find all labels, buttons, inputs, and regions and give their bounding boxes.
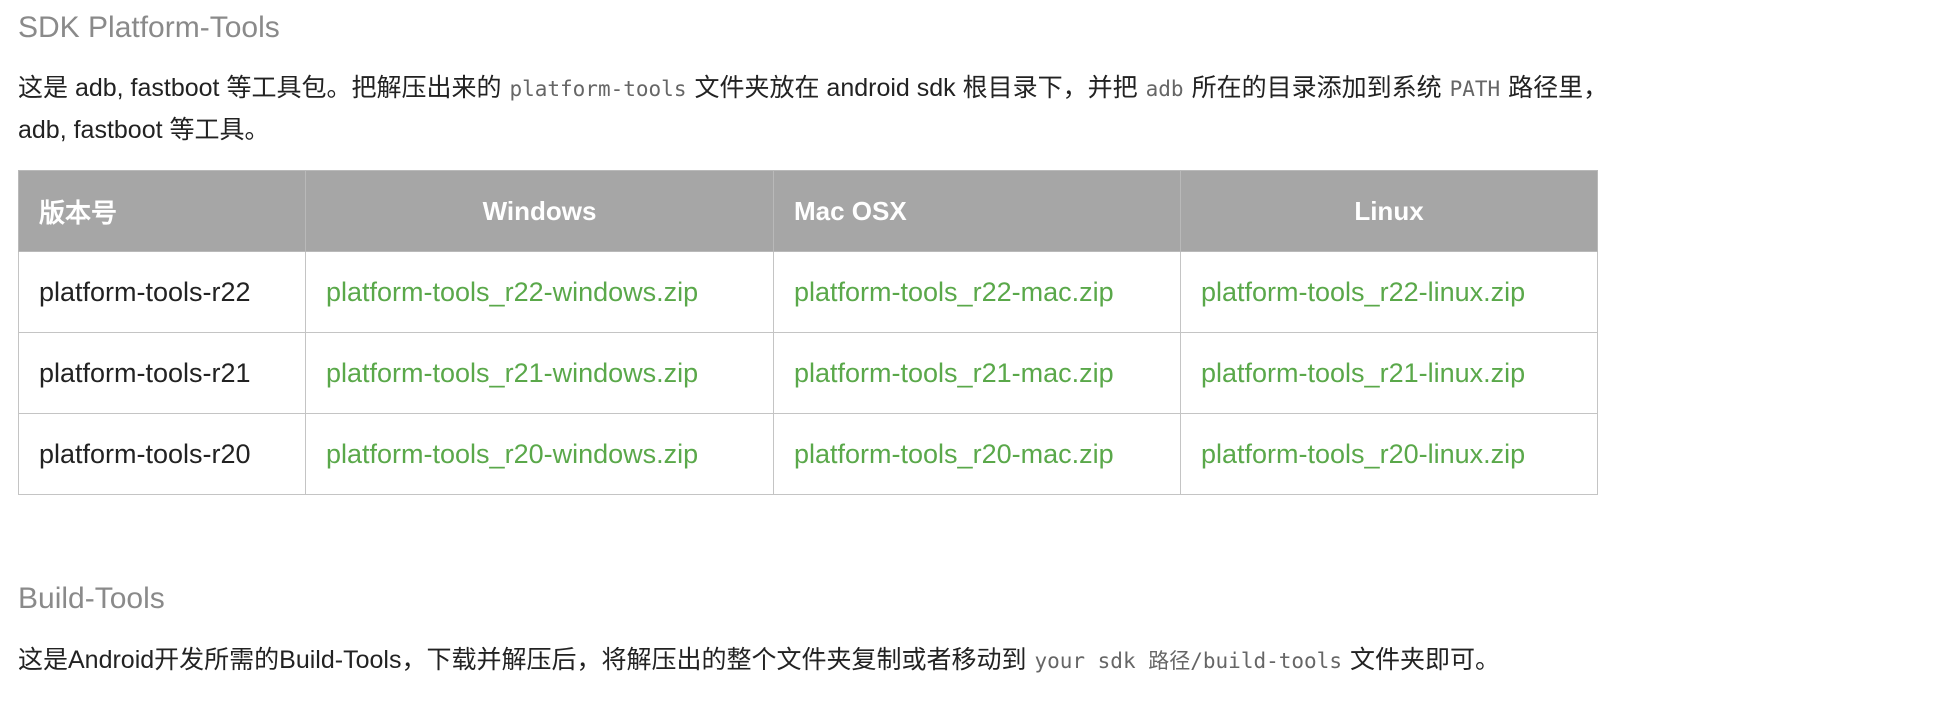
mac-download-link[interactable]: platform-tools_r21-mac.zip — [794, 358, 1114, 388]
version-cell: platform-tools-r21 — [18, 332, 306, 414]
mac-download-link[interactable]: platform-tools_r22-mac.zip — [794, 277, 1114, 307]
version-cell: platform-tools-r20 — [18, 413, 306, 495]
table-row: platform-tools-r20 platform-tools_r20-wi… — [18, 413, 1598, 495]
build-tools-heading: Build-Tools — [18, 582, 165, 615]
desc-text: 这是 adb, fastboot 等工具包。把解压出来的 — [18, 74, 502, 102]
linux-download-link[interactable]: platform-tools_r22-linux.zip — [1201, 277, 1525, 307]
sdk-platform-tools-description: 这是 adb, fastboot 等工具包。把解压出来的 platform-too… — [18, 68, 1608, 151]
windows-download-link[interactable]: platform-tools_r21-windows.zip — [326, 358, 698, 388]
version-cell: platform-tools-r22 — [18, 251, 306, 333]
header-linux: Linux — [1180, 170, 1598, 252]
windows-download-link[interactable]: platform-tools_r20-windows.zip — [326, 439, 698, 469]
platform-tools-download-table: 版本号 Windows Mac OSX Linux platform-tools… — [18, 170, 1598, 495]
desc-line-2: adb, fastboot 等工具。 — [18, 116, 270, 144]
desc-text: 所在的目录添加到系统 — [1191, 74, 1442, 102]
header-version: 版本号 — [18, 170, 306, 252]
sdk-platform-tools-heading: SDK Platform-Tools — [18, 11, 280, 44]
desc-text: 这是Android开发所需的Build-Tools，下载并解压后，将解压出的整个… — [18, 646, 1027, 674]
header-mac: Mac OSX — [773, 170, 1181, 252]
windows-download-link[interactable]: platform-tools_r22-windows.zip — [326, 277, 698, 307]
table-header-row: 版本号 Windows Mac OSX Linux — [18, 170, 1598, 252]
code-platform-tools: platform-tools — [509, 77, 687, 101]
linux-download-link[interactable]: platform-tools_r21-linux.zip — [1201, 358, 1525, 388]
table-row: platform-tools-r22 platform-tools_r22-wi… — [18, 251, 1598, 333]
desc-text: 文件夹放在 android sdk 根目录下，并把 — [694, 74, 1138, 102]
build-tools-description: 这是Android开发所需的Build-Tools，下载并解压后，将解压出的整个… — [18, 640, 1500, 682]
header-windows: Windows — [305, 170, 774, 252]
desc-text: 路径里， — [1508, 74, 1609, 102]
table-row: platform-tools-r21 platform-tools_r21-wi… — [18, 332, 1598, 414]
mac-download-link[interactable]: platform-tools_r20-mac.zip — [794, 439, 1114, 469]
code-adb: adb — [1145, 77, 1184, 101]
code-path: PATH — [1449, 77, 1501, 101]
desc-text: 文件夹即可。 — [1349, 646, 1500, 674]
linux-download-link[interactable]: platform-tools_r20-linux.zip — [1201, 439, 1525, 469]
code-build-tools-path: your sdk 路径/build-tools — [1034, 649, 1342, 673]
